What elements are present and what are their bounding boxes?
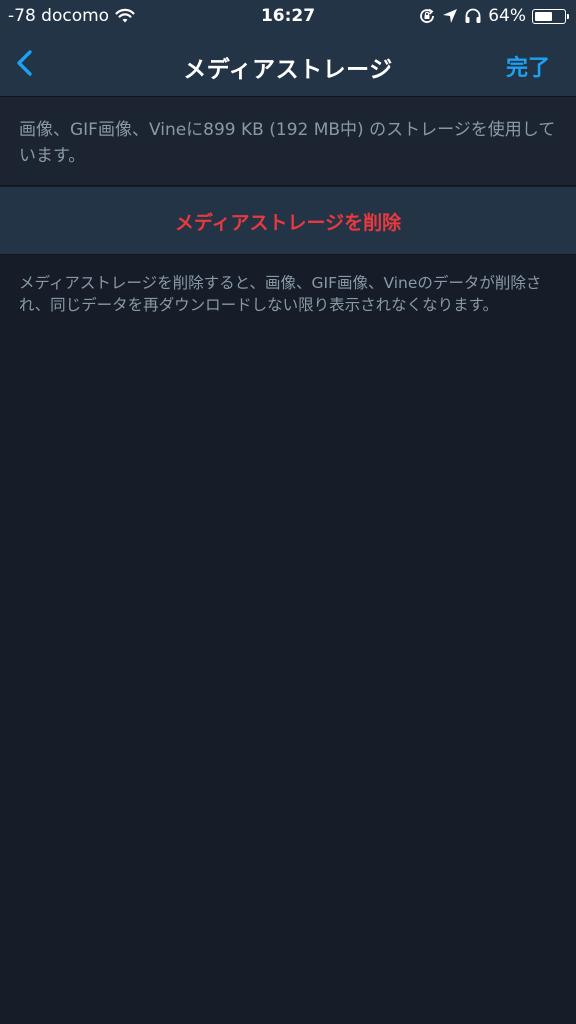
- location-arrow-icon: [442, 8, 458, 24]
- battery-level-fill: [535, 11, 552, 21]
- page-title: メディアストレージ: [183, 57, 393, 83]
- nav-bar: メディアストレージ 完了: [0, 34, 576, 97]
- delete-media-storage-button[interactable]: メディアストレージを削除: [0, 187, 576, 255]
- battery-icon: [532, 8, 569, 24]
- headphones-icon: [464, 7, 482, 25]
- battery-percent: 64%: [488, 6, 526, 26]
- status-bar: -78 docomo 16:27 64%: [0, 0, 576, 34]
- storage-info-cell: 画像、GIF画像、Vineに899 KB (192 MB中) のストレージを使用…: [0, 97, 576, 186]
- delete-media-storage-label: メディアストレージを削除: [174, 212, 402, 234]
- done-button[interactable]: 完了: [506, 50, 550, 82]
- orientation-lock-icon: [418, 7, 436, 25]
- storage-usage-text: 画像、GIF画像、Vineに899 KB (192 MB中) のストレージを使用…: [19, 120, 556, 166]
- delete-explanation-note: メディアストレージを削除すると、画像、GIF画像、Vineのデータが削除され、同…: [19, 274, 542, 314]
- status-right: 64%: [412, 6, 569, 26]
- screen: -78 docomo 16:27 64% メディアストレージ 完了 画像、GIF…: [0, 0, 576, 1024]
